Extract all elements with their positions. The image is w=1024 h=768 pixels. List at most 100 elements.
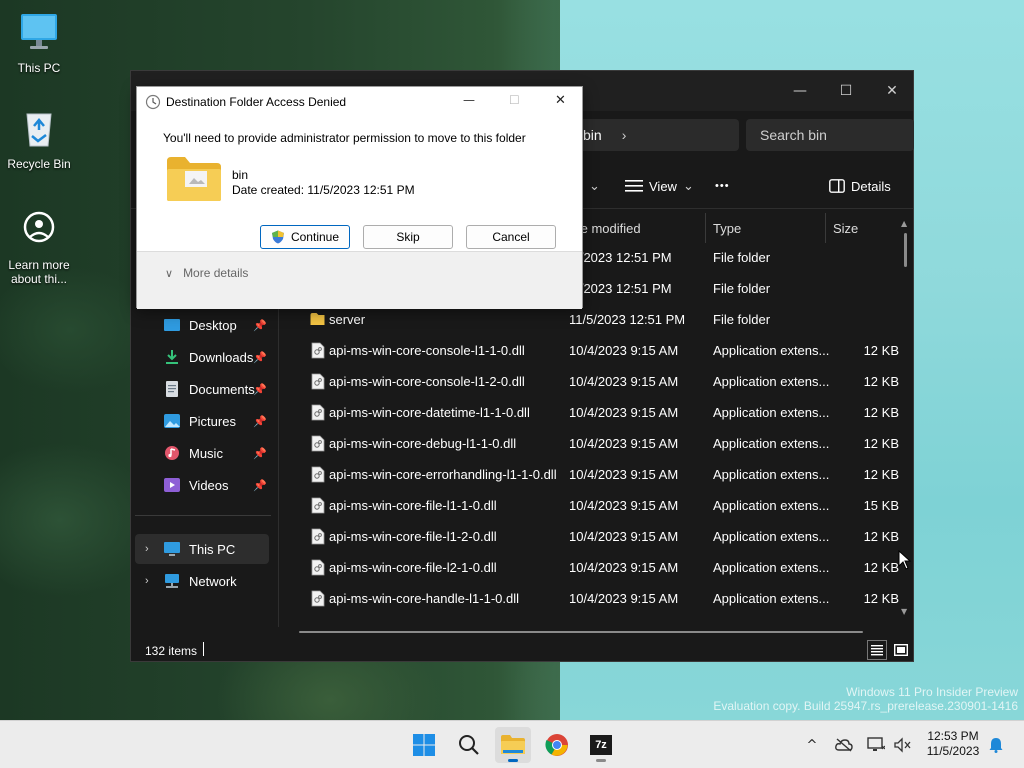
search-input[interactable]: Search bin <box>746 119 914 151</box>
column-header-size[interactable]: Size <box>833 213 897 243</box>
start-icon <box>413 734 435 756</box>
file-list-row[interactable]: api-ms-win-core-debug-l1-1-0.dll 10/4/202… <box>301 429 901 460</box>
nav-item-desktop[interactable]: Desktop 📌 <box>135 310 269 340</box>
row-name: api-ms-win-core-console-l1-2-0.dll <box>329 374 525 389</box>
network-status-icon[interactable] <box>866 735 886 755</box>
start-button[interactable] <box>406 727 442 763</box>
pin-icon: 📌 <box>253 415 267 428</box>
row-type: File folder <box>713 250 771 265</box>
more-details-label: More details <box>183 266 249 280</box>
row-date: 10/4/2023 9:15 AM <box>569 467 679 482</box>
row-name: api-ms-win-core-file-l2-1-0.dll <box>329 560 497 575</box>
breadcrumb-chevron-icon[interactable]: › <box>622 127 627 143</box>
nav-item-network[interactable]: › Network <box>135 566 269 596</box>
view-button[interactable]: View ⌄ <box>625 173 694 199</box>
desktop-icon-learn-more[interactable]: Learn more about thi... <box>3 207 75 286</box>
dialog-close-button[interactable]: ✕ <box>555 93 566 108</box>
cancel-button[interactable]: Cancel <box>466 225 556 249</box>
taskbar-clock[interactable]: 12:53 PM 11/5/2023 <box>920 729 986 759</box>
file-list-row[interactable]: api-ms-win-core-errorhandling-l1-1-0.dll… <box>301 460 901 491</box>
dialog-message: You'll need to provide administrator per… <box>163 131 526 145</box>
row-date: 10/4/2023 9:15 AM <box>569 405 679 420</box>
minimize-button[interactable]: — <box>777 77 823 105</box>
nav-item-music[interactable]: Music 📌 <box>135 438 269 468</box>
continue-button[interactable]: Continue <box>260 225 350 249</box>
volume-muted-icon[interactable] <box>892 735 912 755</box>
row-type: Application extens... <box>713 405 830 420</box>
scrollbar-thumb[interactable] <box>904 233 907 267</box>
file-list-row[interactable]: api-ms-win-core-console-l1-2-0.dll 10/4/2… <box>301 367 901 398</box>
tiles-view-toggle[interactable] <box>891 640 911 660</box>
dll-file-icon <box>311 466 325 483</box>
desktop-icon-label: Recycle Bin <box>7 157 71 171</box>
notifications-bell-icon[interactable] <box>986 735 1006 755</box>
7zip-icon: 7z <box>590 735 612 755</box>
column-separator[interactable] <box>705 213 706 243</box>
watermark-line: Evaluation copy. Build 25947.rs_prerelea… <box>713 699 1018 713</box>
nav-item-documents[interactable]: Documents 📌 <box>135 374 269 404</box>
file-list-row[interactable]: api-ms-win-core-file-l2-1-0.dll 10/4/2023… <box>301 553 901 584</box>
row-name: api-ms-win-core-console-l1-1-0.dll <box>329 343 525 358</box>
recycle-bin-icon <box>26 113 52 147</box>
more-options-button[interactable]: ••• <box>715 173 730 199</box>
folder-icon <box>167 157 221 201</box>
skip-button[interactable]: Skip <box>363 225 453 249</box>
dll-file-icon <box>311 435 325 452</box>
taskbar-chrome[interactable] <box>539 727 575 763</box>
file-list-row[interactable]: api-ms-win-core-datetime-l1-1-0.dll 10/4/… <box>301 398 901 429</box>
dialog-folder-name: bin <box>232 168 249 182</box>
row-date: 10/4/2023 9:15 AM <box>569 591 679 606</box>
taskbar-search-button[interactable] <box>451 727 487 763</box>
nav-item-label: Desktop <box>189 317 237 333</box>
dialog-maximize-button[interactable]: ☐ <box>509 93 520 107</box>
column-header-type[interactable]: Type <box>713 213 825 243</box>
expand-chevron-icon[interactable]: › <box>145 575 149 587</box>
breadcrumb-current[interactable]: bin <box>583 127 602 143</box>
pin-icon: 📌 <box>253 319 267 332</box>
sort-dropdown-chevron-icon[interactable]: ⌄ <box>589 173 600 199</box>
show-hidden-icons-chevron[interactable]: ^ <box>802 735 822 755</box>
file-list-row[interactable]: api-ms-win-core-handle-l1-1-0.dll 10/4/20… <box>301 584 901 615</box>
dialog-minimize-button[interactable]: — <box>463 93 475 107</box>
onedrive-offline-icon[interactable] <box>834 735 854 755</box>
file-list-row[interactable]: api-ms-win-core-file-l1-1-0.dll 10/4/2023… <box>301 491 901 522</box>
taskbar-7zip[interactable]: 7z <box>583 727 619 763</box>
more-details-toggle[interactable]: ∨ More details <box>165 266 248 280</box>
details-pane-button[interactable]: Details <box>829 173 891 199</box>
dialog-titlebar: Destination Folder Access Denied — ☐ ✕ <box>137 87 582 117</box>
file-list-row[interactable]: server 11/5/2023 12:51 PM File folder <box>301 305 901 336</box>
nav-item-pictures[interactable]: Pictures 📌 <box>135 406 269 436</box>
folder-icon <box>310 313 325 325</box>
horizontal-scrollbar[interactable] <box>299 631 863 633</box>
nav-item-this-pc[interactable]: › This PC <box>135 534 269 564</box>
expand-chevron-icon[interactable]: › <box>145 543 149 555</box>
nav-item-downloads[interactable]: Downloads 📌 <box>135 342 269 372</box>
file-list-row[interactable]: api-ms-win-core-file-l1-2-0.dll 10/4/2023… <box>301 522 901 553</box>
continue-label: Continue <box>290 230 340 244</box>
column-header-label: te modified <box>577 220 641 236</box>
active-app-indicator <box>508 759 518 762</box>
column-header-label: Type <box>713 220 742 236</box>
search-icon <box>459 735 479 755</box>
maximize-button[interactable]: ☐ <box>823 77 869 105</box>
row-size: 12 KB <box>863 560 899 575</box>
column-separator[interactable] <box>825 213 826 243</box>
file-list-row[interactable]: api-ms-win-core-console-l1-1-0.dll 10/4/2… <box>301 336 901 367</box>
scroll-down-arrow-icon[interactable]: ▼ <box>901 607 907 616</box>
dll-file-icon <box>311 342 325 359</box>
chrome-icon <box>545 734 568 756</box>
nav-item-videos[interactable]: Videos 📌 <box>135 470 269 500</box>
pin-icon: 📌 <box>253 351 267 364</box>
pin-icon: 📌 <box>253 479 267 492</box>
desktop-icon-recycle-bin[interactable]: Recycle Bin <box>3 106 75 171</box>
scroll-up-arrow-icon[interactable]: ▲ <box>901 219 907 228</box>
desktop-icon-this-pc[interactable]: This PC <box>3 10 75 75</box>
details-view-toggle[interactable] <box>867 640 887 660</box>
column-header-date[interactable]: te modified <box>577 213 705 243</box>
taskbar-file-explorer[interactable] <box>495 727 531 763</box>
row-date: 11/5/2023 12:51 PM <box>569 312 686 327</box>
music-icon <box>165 446 179 460</box>
row-type: Application extens... <box>713 343 830 358</box>
close-button[interactable]: ✕ <box>869 77 915 105</box>
address-bar[interactable]: bin › <box>571 119 739 151</box>
